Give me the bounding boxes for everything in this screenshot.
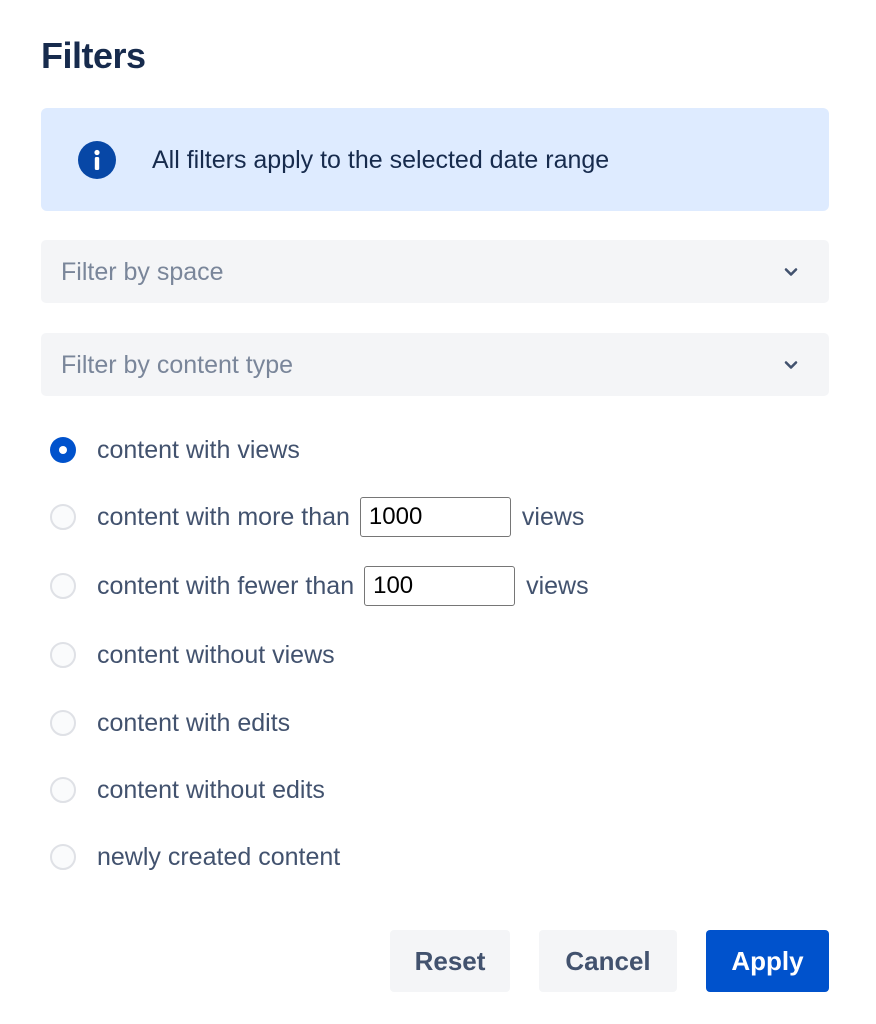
info-banner-text: All filters apply to the selected date r… [152,146,610,174]
option-content-with-more-than[interactable]: content with more than views [50,497,584,537]
option-content-with-fewer-than[interactable]: content with fewer than views [50,566,589,606]
option-content-without-edits[interactable]: content without edits [50,770,325,810]
radio-content-with-more-than[interactable] [50,504,76,530]
views-suffix: views [521,503,585,531]
radio-content-with-edits[interactable] [50,710,76,736]
option-label: newly created content [97,843,341,871]
option-label: content without views [97,641,335,669]
radio-content-with-views[interactable] [50,437,76,463]
radio-content-with-fewer-than[interactable] [50,573,76,599]
more-than-views-input[interactable] [359,497,511,537]
option-label: content without edits [97,776,325,804]
filters-dialog: Filters All filters apply to the selecte… [0,0,876,1024]
dialog-title: Filters [41,35,146,76]
filter-by-content-type-placeholder: Filter by content type [61,351,294,379]
option-content-with-edits[interactable]: content with edits [50,703,290,743]
option-content-with-views[interactable]: content with views [50,430,300,470]
chevron-down-icon [784,361,798,369]
option-label: content with more than [97,503,350,531]
filter-by-content-type-select[interactable]: Filter by content type [41,333,829,396]
views-suffix: views [526,572,589,600]
info-icon [78,141,116,179]
info-banner: All filters apply to the selected date r… [41,108,829,211]
reset-button[interactable]: Reset [390,930,510,992]
option-label: content with edits [97,709,291,737]
fewer-than-views-input[interactable] [364,566,516,606]
option-label: content with fewer than [97,572,355,600]
apply-button[interactable]: Apply [706,930,829,992]
filter-by-space-placeholder: Filter by space [61,258,224,286]
radio-newly-created-content[interactable] [50,844,76,870]
option-label: content with views [97,436,300,464]
radio-content-without-views[interactable] [50,642,76,668]
cancel-button[interactable]: Cancel [539,930,677,992]
chevron-down-icon [784,268,798,276]
filter-by-space-select[interactable]: Filter by space [41,240,829,303]
option-newly-created-content[interactable]: newly created content [50,837,340,877]
option-content-without-views[interactable]: content without views [50,635,335,675]
radio-content-without-edits[interactable] [50,777,76,803]
